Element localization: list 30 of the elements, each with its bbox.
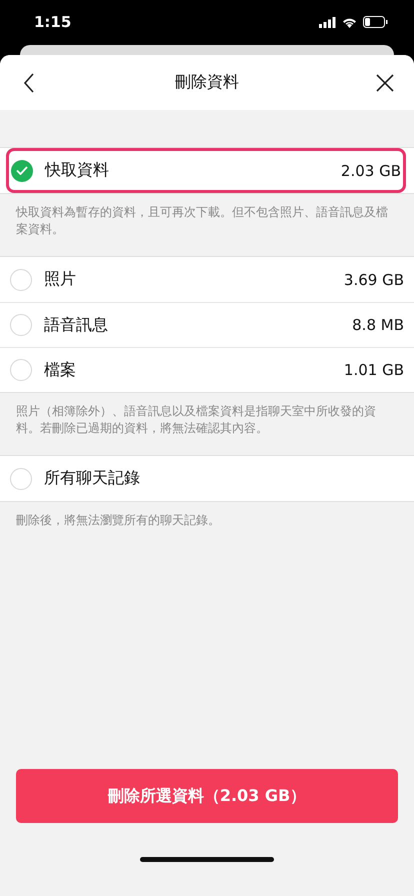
checkbox[interactable] xyxy=(10,314,32,336)
battery-icon xyxy=(363,16,388,28)
option-size: 2.03 GB xyxy=(340,162,401,180)
option-size: 1.01 GB xyxy=(344,361,404,379)
wifi-icon xyxy=(342,16,357,28)
option-label: 所有聊天記錄 xyxy=(44,468,141,489)
note-text: 快取資料為暫存的資料，且可再次下載。但不包含照片、語音訊息及檔案資料。 xyxy=(14,204,389,238)
check-icon xyxy=(16,166,28,175)
option-row[interactable]: 所有聊天記錄 xyxy=(0,456,414,501)
option-size: 3.69 GB xyxy=(344,270,404,288)
option-label: 快取資料 xyxy=(45,160,110,181)
highlighted-option-row[interactable]: 快取資料 2.03 GB xyxy=(6,148,406,193)
checkbox[interactable] xyxy=(11,160,33,182)
option-label: 照片 xyxy=(44,269,77,290)
note-text: 照片（相簿除外）、語音訊息以及檔案資料是指聊天室中所收發的資料。若刪除已過期的資料，將無法確認其內容。 xyxy=(15,403,377,437)
close-icon[interactable] xyxy=(374,72,396,94)
option-label: 語音訊息 xyxy=(44,314,109,336)
signal-icon xyxy=(319,16,336,28)
option-size: 8.8 MB xyxy=(352,316,404,334)
checkbox[interactable] xyxy=(10,359,32,381)
status-time: 1:15 xyxy=(34,13,72,31)
option-row[interactable]: 檔案 1.01 GB xyxy=(0,347,414,392)
note-text: 刪除後，將無法瀏覽所有的聊天記錄。 xyxy=(15,512,221,529)
delete-button[interactable]: 刪除所選資料（2.03 GB） xyxy=(16,769,398,823)
checkbox[interactable] xyxy=(10,468,32,490)
option-row[interactable]: 照片 3.69 GB xyxy=(0,257,414,302)
option-row[interactable]: 語音訊息 8.8 MB xyxy=(0,302,414,347)
checkbox[interactable] xyxy=(10,268,32,290)
option-label: 檔案 xyxy=(44,360,77,380)
page-title: 刪除資料 xyxy=(175,72,239,93)
